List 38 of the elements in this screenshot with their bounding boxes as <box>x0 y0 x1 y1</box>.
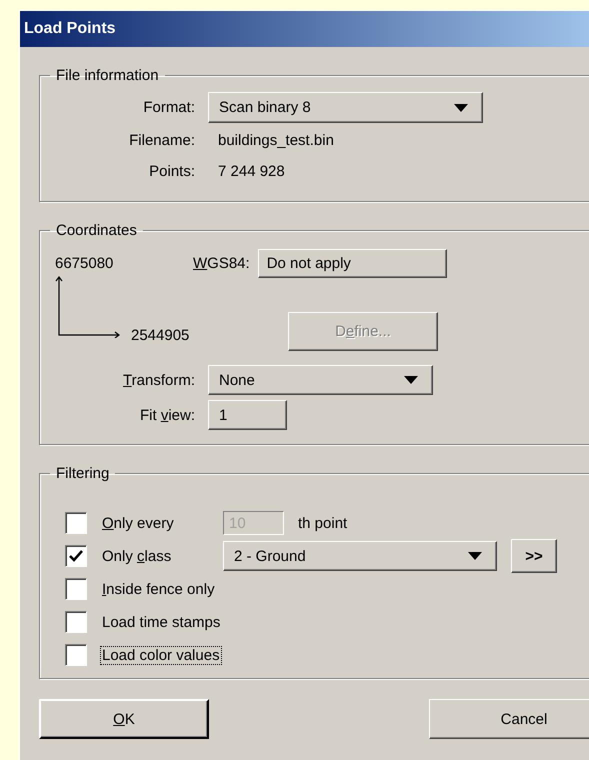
checkbox[interactable] <box>65 644 87 666</box>
dropdown-arrow-icon <box>404 376 418 384</box>
ok-button[interactable]: OK <box>39 699 209 739</box>
field-label: Transform: <box>122 372 195 388</box>
field-suffix: th point <box>298 514 348 532</box>
group-title: File information <box>56 67 159 84</box>
checkbox[interactable] <box>65 545 87 567</box>
checkbox-label[interactable]: Load time stamps <box>100 612 222 632</box>
group-title: Coordinates <box>56 222 137 239</box>
checkbox[interactable] <box>65 578 87 600</box>
field-value: buildings_test.bin <box>217 131 335 151</box>
class-dropdown[interactable]: 2 - Ground <box>223 541 497 571</box>
checkbox-label[interactable]: Only class <box>100 546 174 566</box>
dropdown-arrow-icon <box>468 552 482 560</box>
checkbox-label[interactable]: Inside fence only <box>100 580 217 598</box>
checkmark-icon <box>69 550 83 562</box>
format-dropdown[interactable]: Scan binary 8 <box>208 92 483 123</box>
wgs84-button[interactable]: Do not apply <box>258 249 447 278</box>
transform-dropdown[interactable]: None <box>208 365 433 395</box>
axes-arrow-icon <box>55 276 121 338</box>
x-coordinate: 2544905 <box>131 327 190 344</box>
field-label: Format: <box>142 99 195 116</box>
fit-view-field[interactable]: 1 <box>208 400 287 430</box>
more-button[interactable]: >> <box>511 539 557 573</box>
y-coordinate: 6675080 <box>55 254 114 272</box>
group-title: Filtering <box>56 465 110 482</box>
field-label: Fit view: <box>138 406 195 424</box>
dropdown-arrow-icon <box>454 104 468 112</box>
checkbox-label[interactable]: Only every <box>100 514 176 532</box>
field-label: Points: <box>148 163 195 180</box>
field-value: 7 244 928 <box>217 162 286 182</box>
field-label: Filename: <box>128 132 195 149</box>
wgs84-label: WGS84: <box>193 255 250 272</box>
cancel-button[interactable]: Cancel <box>429 699 589 739</box>
checkbox-label[interactable]: Load color values <box>100 646 222 664</box>
window-title: Load Points <box>24 20 116 38</box>
checkbox[interactable] <box>65 512 87 534</box>
checkbox[interactable] <box>65 611 87 633</box>
